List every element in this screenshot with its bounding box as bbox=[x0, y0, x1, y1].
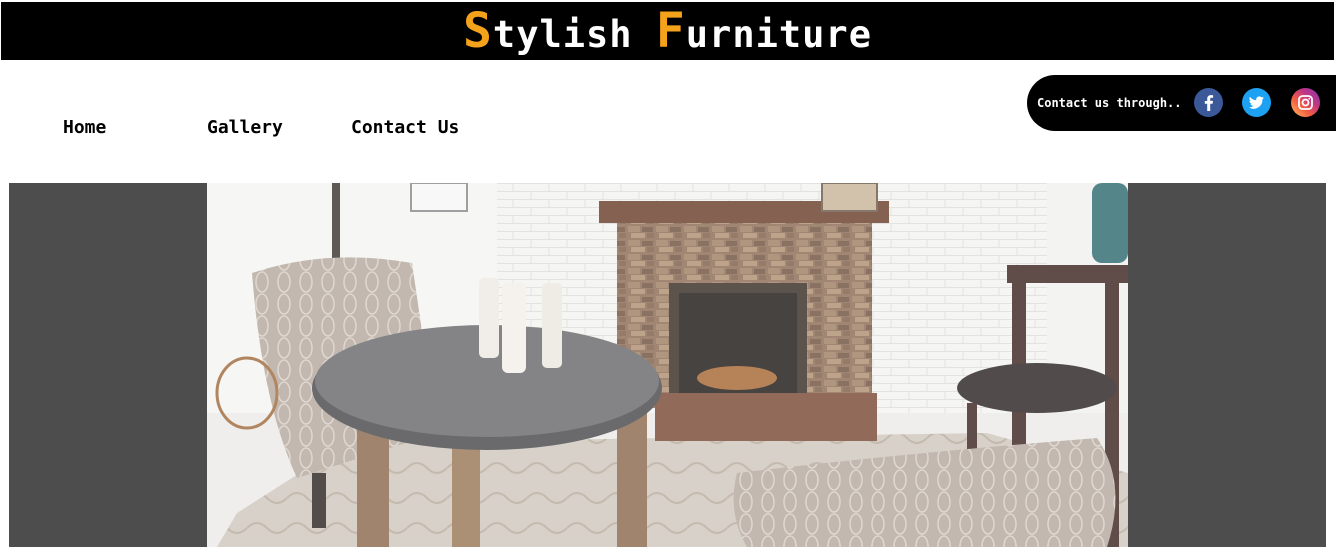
nav-contact-us-link[interactable]: Contact Us bbox=[351, 117, 459, 138]
site-title: Stylish Furniture bbox=[463, 7, 872, 55]
title-part-2: urniture bbox=[685, 13, 872, 56]
title-initial-f: F bbox=[655, 3, 686, 59]
living-room-photo bbox=[207, 183, 1128, 547]
facebook-icon[interactable] bbox=[1194, 88, 1223, 117]
site-header: Stylish Furniture bbox=[1, 2, 1334, 60]
instagram-icon[interactable] bbox=[1291, 88, 1320, 117]
nav-home-link[interactable]: Home bbox=[63, 117, 106, 138]
page: Stylish Furniture Home Gallery Contact U… bbox=[0, 0, 1336, 547]
title-initial-s: S bbox=[463, 3, 493, 59]
nav-gallery-link[interactable]: Gallery bbox=[207, 117, 283, 138]
hero-banner bbox=[9, 183, 1326, 547]
hero-image bbox=[207, 183, 1128, 547]
title-part-1: tylish bbox=[492, 13, 656, 56]
contact-label: Contact us through.. bbox=[1037, 96, 1182, 110]
contact-social-bar: Contact us through.. bbox=[1027, 75, 1336, 131]
twitter-icon[interactable] bbox=[1242, 88, 1271, 117]
